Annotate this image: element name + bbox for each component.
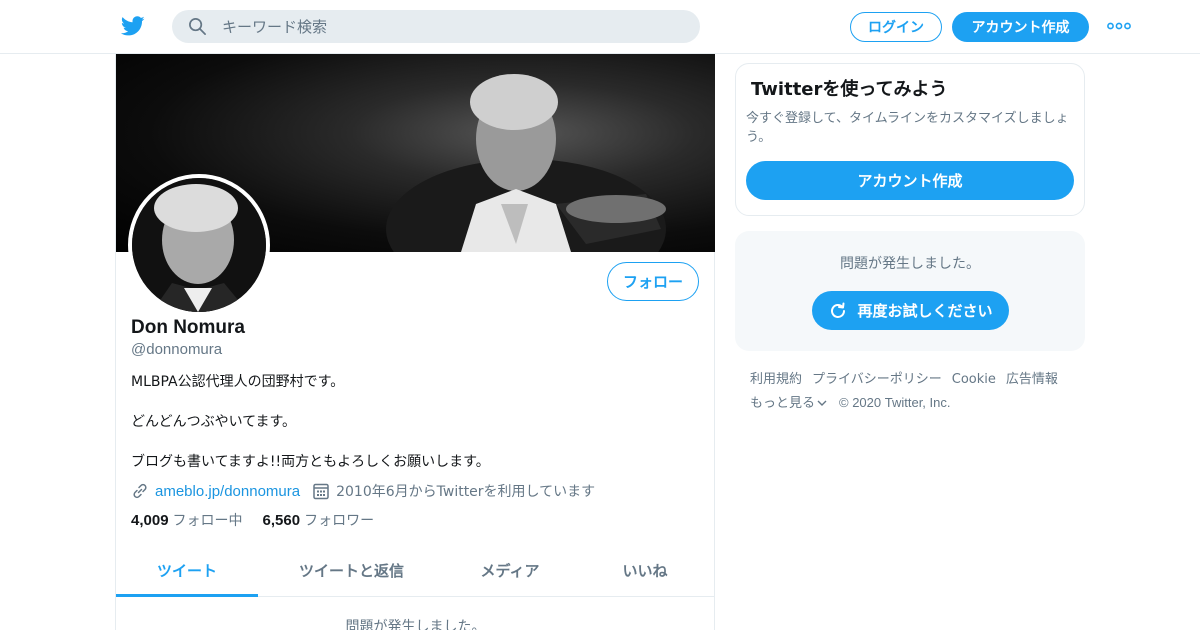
bio-line: ブログも書いてますよ!!両方ともよろしくお願いします。 <box>131 454 490 470</box>
following-count: 4,009 <box>131 512 169 529</box>
refresh-icon <box>831 302 846 318</box>
error-message: 問題が発生しました。 <box>840 256 980 272</box>
footer-more-label: もっと見る <box>750 396 816 411</box>
signup-card-button[interactable]: アカウント作成 <box>746 161 1074 200</box>
avatar-photo <box>132 178 266 312</box>
calendar-icon <box>313 483 329 500</box>
error-card: 問題が発生しました。 再度お試しください <box>735 231 1085 351</box>
avatar[interactable] <box>128 174 270 316</box>
timeline-error: 問題が発生しました。 <box>345 619 486 630</box>
following-label: フォロー中 <box>172 513 243 529</box>
tab-tweets[interactable]: ツイート <box>116 548 258 597</box>
tab-tweets-replies[interactable]: ツイートと返信 <box>258 548 445 597</box>
link-icon <box>133 483 147 499</box>
retry-label: 再度お試しください <box>857 302 993 320</box>
tab-media[interactable]: メディア <box>445 548 575 597</box>
profile-column: フォロー Don Nomura @donnomura MLBPA公認代理人の団野… <box>115 54 715 630</box>
profile-name: Don Nomura <box>131 317 245 338</box>
search-icon <box>189 18 206 35</box>
footer-link-privacy[interactable]: プライバシーポリシー <box>812 372 942 387</box>
signup-button[interactable]: アカウント作成 <box>952 12 1089 42</box>
top-bar: ログイン アカウント作成 <box>0 0 1200 54</box>
signup-card-title: Twitterを使ってみよう <box>751 79 948 100</box>
footer-link-terms[interactable]: 利用規約 <box>750 372 802 387</box>
followers-stat[interactable]: 6,560 フォロワー <box>263 510 375 530</box>
followers-label: フォロワー <box>304 513 375 529</box>
joined-date: 2010年6月からTwitterを利用しています <box>336 484 596 500</box>
twitter-bird-icon[interactable] <box>120 14 146 38</box>
retry-button[interactable]: 再度お試しください <box>812 291 1009 330</box>
footer-link-ads[interactable]: 広告情報 <box>1006 372 1058 387</box>
profile-link[interactable]: ameblo.jp/donnomura <box>155 483 300 500</box>
bio-line: どんどんつぶやいてます。 <box>131 414 297 430</box>
search-input[interactable] <box>222 10 682 43</box>
footer-links-row: 利用規約 プライバシーポリシー Cookie 広告情報 <box>750 368 1080 391</box>
follow-button[interactable]: フォロー <box>607 262 699 301</box>
signup-card-text: 今すぐ登録して、タイムラインをカスタマイズしましょう。 <box>746 111 1069 145</box>
copyright: © 2020 Twitter, Inc. <box>839 395 951 410</box>
chevron-down-icon <box>817 400 827 406</box>
search-box[interactable] <box>172 10 700 43</box>
profile-meta: ameblo.jp/donnomura 2010年6月からTwitterを利用し… <box>131 481 595 501</box>
tab-likes[interactable]: いいね <box>575 548 715 597</box>
footer-second-row: もっと見る © 2020 Twitter, Inc. <box>750 391 1080 415</box>
profile-stats: 4,009 フォロー中 6,560 フォロワー <box>131 510 394 530</box>
footer: 利用規約 プライバシーポリシー Cookie 広告情報 もっと見る © 2020 Twi… <box>750 368 1080 415</box>
following-stat[interactable]: 4,009 フォロー中 <box>131 510 243 530</box>
profile-tabs: ツイート ツイートと返信 メディア いいね <box>116 548 715 597</box>
footer-link-cookie[interactable]: Cookie <box>952 372 996 387</box>
followers-count: 6,560 <box>262 512 301 529</box>
login-button[interactable]: ログイン <box>850 12 942 42</box>
more-dots-icon[interactable] <box>1107 20 1131 32</box>
profile-handle[interactable]: @donnomura <box>131 341 222 358</box>
bio-line: MLBPA公認代理人の団野村です。 <box>131 374 345 390</box>
signup-card: Twitterを使ってみよう 今すぐ登録して、タイムラインをカスタマイズしましょ… <box>735 63 1085 216</box>
footer-more-link[interactable]: もっと見る <box>750 396 827 411</box>
